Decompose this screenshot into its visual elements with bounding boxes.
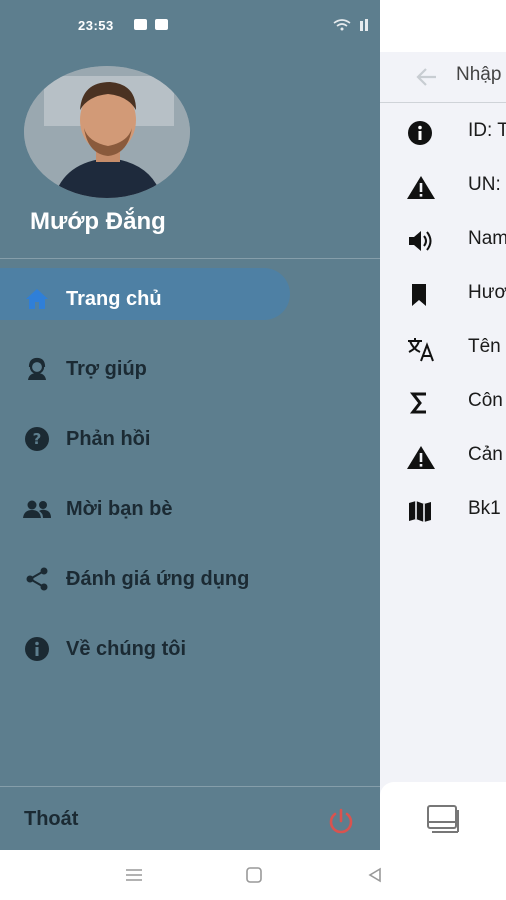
list-item[interactable]: UN: [380,160,506,214]
home-icon [22,284,52,314]
status-time: 23:53 [78,18,114,33]
list-item[interactable]: Nam [380,214,506,268]
list-item[interactable]: Côn [380,376,506,430]
list-item-text: UN: [468,174,501,195]
menu-item-label: Đánh giá ứng dụng [66,567,250,590]
system-navigation-bar [0,850,506,900]
page-title: Nhập [456,64,502,85]
status-bar: 23:53 [0,0,506,52]
list-item-text: ID: T [468,120,506,141]
message-icon [134,19,147,30]
bookmark-icon [406,282,436,308]
menu-item-label: Về chúng tôi [66,637,186,660]
book-icon[interactable] [426,804,460,839]
support-agent-icon [22,354,52,384]
divider [0,258,380,259]
list-item[interactable]: Tên [380,322,506,376]
menu-item-home[interactable]: Trang chủ [0,264,380,334]
avatar[interactable] [24,66,190,198]
menu-item-label: Trang chủ [66,287,162,310]
info-icon [406,120,436,146]
menu-item-about[interactable]: Về chúng tôi [0,614,380,684]
people-icon [22,494,52,524]
list-item[interactable]: Hươ [380,268,506,322]
list-item[interactable]: Bk1 [380,484,506,538]
home-square-icon[interactable] [245,866,263,889]
help-circle-icon: ? [22,424,52,454]
list-item-text: Cản [468,444,503,465]
list-item-text: Hươ [468,282,506,303]
svg-text:?: ? [33,430,42,448]
power-icon[interactable] [326,806,356,841]
menu-item-invite-friends[interactable]: Mời bạn bè [0,474,380,544]
translate-icon [406,336,436,362]
menu-item-help[interactable]: Trợ giúp [0,334,380,404]
warning-icon [406,444,436,470]
map-icon [406,498,436,524]
navigation-drawer: Mướp Đắng Trang chủ Trợ giúp ? Phản hồi … [0,0,380,850]
app-bar: Nhập [380,52,506,103]
list-item[interactable]: ID: T [380,106,506,160]
menu-item-feedback[interactable]: ? Phản hồi [0,404,380,474]
menu-item-label: Phản hồi [66,427,151,450]
list-item-text: Côn [468,390,503,411]
share-icon [22,564,52,594]
back-triangle-icon[interactable] [366,866,384,889]
back-arrow-icon[interactable] [416,66,438,93]
menu-item-label: Trợ giúp [66,357,147,380]
list-item-text: Nam [468,228,506,249]
bag-icon [155,19,168,30]
signal-wifi-icon [332,18,462,35]
background-screen: Nhập ID: T UN: Nam Hươ Tên Côn Cản Bk1 [380,52,506,850]
notification-icons [134,19,168,30]
divider [0,786,380,787]
menu-item-rate-app[interactable]: Đánh giá ứng dụng [0,544,380,614]
logout-button[interactable]: Thoát [24,808,78,831]
bottom-nav-card [380,782,506,850]
info-icon [22,634,52,664]
drawer-menu: Trang chủ Trợ giúp ? Phản hồi Mời bạn bè… [0,264,380,684]
user-name: Mướp Đắng [30,208,166,235]
sigma-icon [406,390,436,416]
warning-icon [406,174,436,200]
menu-icon[interactable] [124,866,144,889]
list-item-text: Tên [468,336,501,357]
volume-icon [406,228,436,254]
list-item[interactable]: Cản [380,430,506,484]
list-item-text: Bk1 [468,498,501,519]
menu-item-label: Mời bạn bè [66,497,173,520]
